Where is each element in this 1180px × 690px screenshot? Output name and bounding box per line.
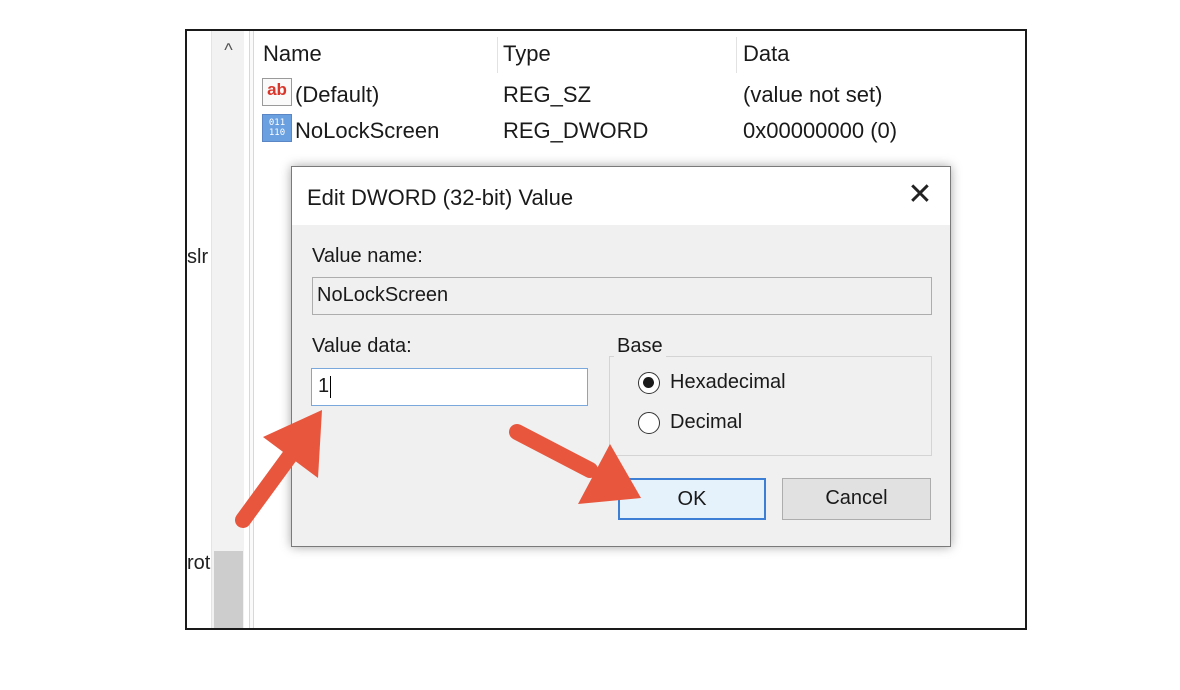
- edit-dword-dialog: Edit DWORD (32-bit) Value ✕ Value name: …: [291, 166, 951, 547]
- radio-button-selected[interactable]: [638, 372, 660, 394]
- text-caret: [330, 375, 332, 398]
- value-type-cell: REG_DWORD: [503, 118, 649, 143]
- close-icon[interactable]: ✕: [902, 177, 938, 213]
- value-data-input[interactable]: 1: [311, 368, 588, 406]
- column-divider[interactable]: [736, 37, 737, 73]
- tree-item-fragment[interactable]: rot: [187, 552, 210, 575]
- dialog-titlebar[interactable]: Edit DWORD (32-bit) Value ✕: [292, 167, 950, 225]
- value-name-field[interactable]: NoLockScreen: [312, 277, 932, 315]
- scroll-up-arrow-icon[interactable]: ^: [212, 37, 245, 63]
- radio-dot: [643, 377, 654, 388]
- radio-label-decimal[interactable]: Decimal: [670, 411, 742, 434]
- value-name-cell: NoLockScreen: [295, 118, 440, 143]
- column-divider[interactable]: [497, 37, 498, 73]
- pane-splitter[interactable]: [249, 31, 254, 628]
- radio-label-hexadecimal[interactable]: Hexadecimal: [670, 371, 786, 394]
- column-header-name[interactable]: Name: [263, 41, 322, 67]
- value-name-label: Value name:: [312, 245, 423, 267]
- dword-value-icon: 011 110: [262, 114, 292, 142]
- tree-scrollbar[interactable]: ^: [211, 31, 245, 628]
- cancel-button[interactable]: Cancel: [782, 478, 931, 520]
- value-name-cell: (Default): [295, 82, 380, 107]
- ok-button[interactable]: OK: [618, 478, 766, 520]
- scroll-thumb[interactable]: [214, 551, 243, 628]
- dialog-title: Edit DWORD (32-bit) Value: [307, 185, 574, 210]
- radio-button[interactable]: [638, 412, 660, 434]
- string-value-icon: ab: [262, 78, 292, 106]
- column-header-type[interactable]: Type: [503, 41, 551, 67]
- value-data-text: 1: [318, 375, 330, 397]
- value-data-label: Value data:: [312, 335, 412, 357]
- tree-item-fragment[interactable]: slr: [187, 246, 208, 269]
- value-data-cell: (value not set): [743, 82, 883, 107]
- value-type-cell: REG_SZ: [503, 82, 592, 107]
- base-group-label: Base: [614, 335, 666, 358]
- column-header-data[interactable]: Data: [743, 41, 789, 67]
- value-data-cell: 0x00000000 (0): [743, 118, 898, 143]
